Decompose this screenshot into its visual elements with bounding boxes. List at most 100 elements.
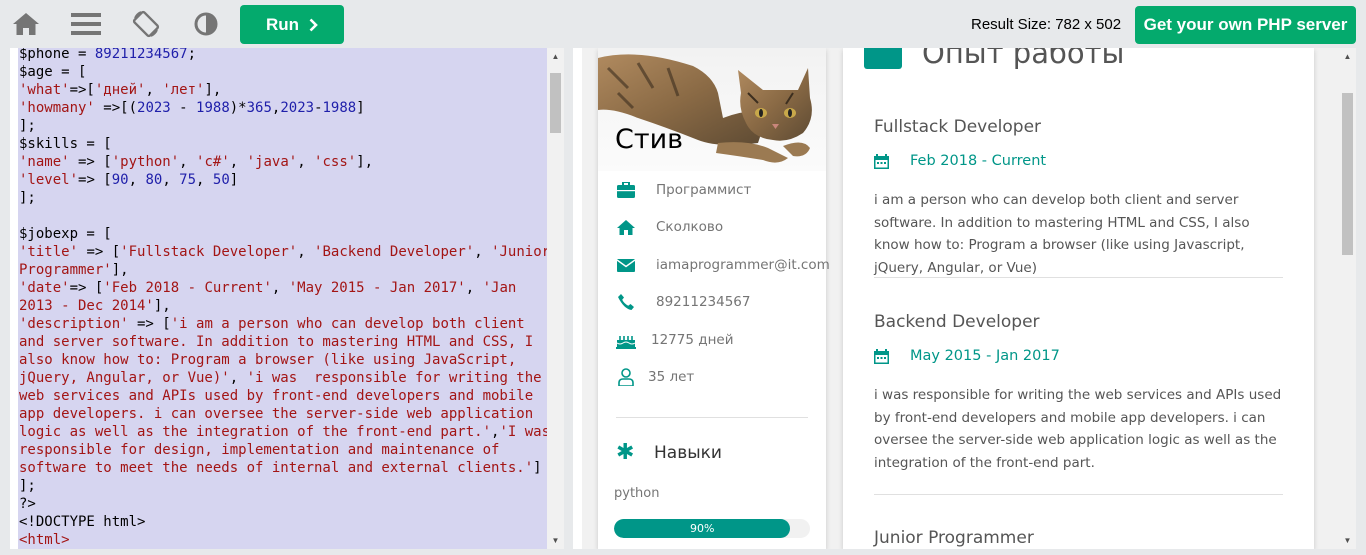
code-token: 'лет' (162, 82, 205, 98)
code-token: $phone = (19, 48, 95, 62)
code-line[interactable]: Programmer'], (19, 261, 547, 279)
job-date-text: Feb 2018 - Current (910, 153, 1047, 169)
experience-heading: Опыт работы (864, 48, 1124, 70)
code-line[interactable]: 'title' => ['Fullstack Developer', 'Back… (19, 243, 547, 261)
code-line[interactable]: 'what'=>['дней', 'лет'], (19, 81, 547, 99)
code-line[interactable]: and server software. In addition to mast… (19, 333, 547, 351)
code-line[interactable]: ?> (19, 495, 547, 513)
code-token: 'i was responsible for writing the (246, 370, 542, 386)
code-token: ], (111, 262, 129, 278)
code-token: 'python' (111, 154, 180, 170)
code-token: ; (187, 48, 197, 62)
scroll-up-arrow-icon[interactable]: ▲ (1339, 48, 1356, 65)
code-line[interactable]: also know how to: Program a browser (lik… (19, 351, 547, 369)
profile-name: Стив (615, 124, 684, 155)
code-token: 'I was (499, 424, 547, 440)
scroll-down-arrow-icon[interactable]: ▼ (547, 532, 564, 549)
skill-progress-bar: 90% (614, 519, 810, 538)
code-token: , (196, 172, 213, 188)
code-line[interactable]: $age = [ (19, 63, 547, 81)
code-token: , (297, 154, 315, 170)
code-token: 2023 (137, 100, 171, 116)
code-line[interactable]: 'date'=> ['Feb 2018 - Current', 'May 201… (19, 279, 547, 297)
scroll-down-arrow-icon[interactable]: ▼ (1339, 532, 1356, 549)
code-editor[interactable]: $phone = 89211234567; $age = ['what'=>['д… (10, 48, 564, 549)
job-title: Junior Programmer (874, 528, 1034, 548)
skill-name: python (614, 486, 660, 501)
code-line[interactable]: <html> (19, 531, 547, 549)
info-row-age: 35 лет (616, 367, 694, 387)
code-line[interactable]: responsible for design, implementation a… (19, 441, 547, 459)
job-description: i was responsible for writing the web se… (874, 387, 1282, 471)
code-token: , (128, 172, 146, 188)
code-token: ], (153, 298, 171, 314)
code-token: 'c#' (196, 154, 230, 170)
experience-card: Опыт работы Fullstack Developer Feb 2018… (843, 48, 1314, 549)
envelope-icon (616, 255, 636, 275)
divider (874, 494, 1283, 495)
calendar-icon (874, 153, 889, 169)
get-own-server-button[interactable]: Get your own PHP server (1135, 6, 1356, 44)
code-token: , (229, 154, 247, 170)
code-line[interactable]: web services and APIs used by front-end … (19, 387, 547, 405)
code-token: 'дней' (94, 82, 146, 98)
code-line[interactable]: ]; (19, 477, 547, 495)
result-scroll-thumb[interactable] (1342, 93, 1353, 255)
code-token: 1988 (322, 100, 357, 116)
code-scrollbar[interactable]: ▲ ▼ (547, 48, 564, 549)
scroll-up-arrow-icon[interactable]: ▲ (547, 48, 564, 65)
code-line[interactable] (19, 207, 547, 225)
code-token: 'Backend Developer' (314, 244, 475, 260)
code-token: 'Fullstack Developer' (120, 244, 298, 260)
info-row-email: iamaprogrammer@it.com (616, 255, 830, 275)
rotate-icon[interactable] (130, 8, 162, 40)
code-line[interactable]: app developers. i can oversee the server… (19, 405, 547, 423)
code-token: $jobexp = [ (19, 226, 112, 242)
code-token: , (162, 172, 180, 188)
code-token: ], (356, 154, 374, 170)
code-token: , (271, 280, 289, 296)
code-text[interactable]: $phone = 89211234567; $age = ['what'=>['д… (18, 48, 547, 549)
code-line[interactable]: ]; (19, 117, 547, 135)
code-token: 1988 (196, 100, 230, 116)
result-scrollbar[interactable]: ▲ ▼ (1339, 48, 1356, 549)
code-line[interactable]: jQuery, Angular, or Vue)', 'i was respon… (19, 369, 547, 387)
user-icon (616, 367, 636, 387)
code-token: 'level' (19, 172, 79, 188)
code-line[interactable]: logic as well as the integration of the … (19, 423, 547, 441)
code-token: 'i am a person who can develop both clie… (170, 316, 525, 332)
code-line[interactable]: 'description' => ['i am a person who can… (19, 315, 547, 333)
result-page: Стив Программист Сколково iamaprogrammer… (582, 48, 1339, 549)
profile-photo: Стив (598, 48, 826, 171)
code-line[interactable]: 'level'=> [90, 80, 75, 50] (19, 171, 547, 189)
divider (874, 277, 1283, 278)
code-line[interactable]: $phone = 89211234567; (19, 48, 547, 63)
contrast-icon[interactable] (190, 8, 222, 40)
code-token: 80 (145, 172, 163, 188)
code-line[interactable]: 'howmany' =>[(2023 - 1988)*365,2023-1988… (19, 99, 547, 117)
code-line[interactable]: software to meet the needs of internal a… (19, 459, 547, 477)
toolbar: Run Result Size: 782 x 502 Get your own … (0, 0, 1366, 48)
code-line[interactable]: $jobexp = [ (19, 225, 547, 243)
code-token: software to meet the needs of internal a… (19, 460, 534, 476)
code-token: $skills = [ (19, 136, 112, 152)
code-line[interactable]: ]; (19, 189, 547, 207)
code-token: , (229, 370, 247, 386)
code-line[interactable]: 'name' => ['python', 'c#', 'java', 'css'… (19, 153, 547, 171)
code-token: - (170, 100, 197, 116)
code-token: 'name' (19, 154, 70, 170)
code-line[interactable]: 2013 - Dec 2014'], (19, 297, 547, 315)
code-line[interactable]: $skills = [ (19, 135, 547, 153)
home-icon[interactable] (10, 8, 42, 40)
result-size: Result Size: 782 x 502 (971, 16, 1122, 33)
info-text: 89211234567 (656, 294, 751, 310)
menu-icon[interactable] (70, 8, 102, 40)
home-icon (616, 217, 636, 237)
info-text: Программист (656, 182, 752, 198)
run-button[interactable]: Run (240, 5, 344, 44)
code-scroll-thumb[interactable] (550, 73, 561, 133)
code-line[interactable]: <!DOCTYPE html> (19, 513, 547, 531)
code-token: Programmer' (19, 262, 112, 278)
code-token: 'title' (19, 244, 79, 260)
job-description: i am a person who can develop both clien… (874, 192, 1250, 276)
